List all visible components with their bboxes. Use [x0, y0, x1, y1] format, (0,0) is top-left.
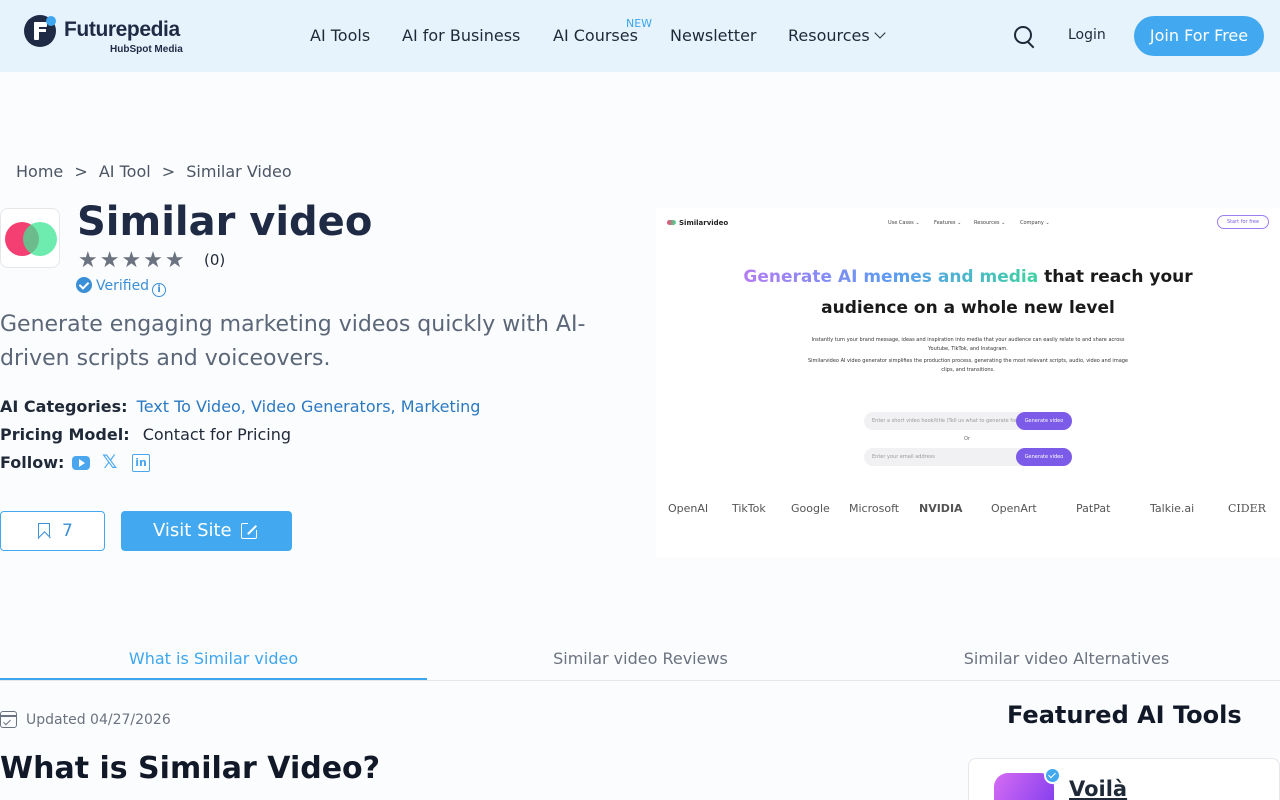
categories-row: AI Categories: Text To Video, Video Gene…	[0, 397, 480, 416]
tool-screenshot[interactable]: Similarvideo Use Cases ⌄ Features ⌄ Reso…	[656, 208, 1280, 558]
brand-google: Google	[791, 502, 830, 515]
tool-title: Similar video	[77, 199, 373, 245]
section-title: What is Similar Video?	[0, 751, 381, 786]
brand-name: Futurepedia	[64, 18, 180, 41]
brand-sub: HubSpot Media	[110, 44, 183, 55]
x-twitter-icon[interactable]: 𝕏	[102, 453, 120, 472]
brand-talkie: Talkie.ai	[1150, 502, 1195, 515]
preview-headline-rest: that reach your	[1038, 267, 1193, 287]
linkedin-icon[interactable]: in	[132, 454, 150, 472]
preview-generate-button: Generate video	[1016, 448, 1072, 466]
breadcrumb-separator: >	[74, 162, 88, 181]
pricing-value: Contact for Pricing	[142, 425, 292, 444]
visit-site-label: Visit Site	[153, 520, 232, 541]
updated-text: Updated 04/27/2026	[26, 712, 171, 728]
login-link[interactable]: Login	[1068, 27, 1106, 43]
tool-tagline: Generate engaging marketing videos quick…	[0, 312, 586, 371]
preview-headline-line2: audience on a whole new level	[821, 298, 1115, 318]
brand-nvidia: NVIDIA	[919, 502, 963, 515]
logo-circle-green	[23, 222, 57, 256]
calendar-icon	[0, 711, 17, 728]
category-video-generators[interactable]: Video Generators,	[251, 397, 396, 416]
preview-logo: Similarvideo	[667, 219, 728, 227]
search-icon[interactable]	[1013, 25, 1035, 47]
verified-badge: Verified i	[76, 277, 167, 297]
breadcrumb-ai-tool[interactable]: AI Tool	[99, 162, 151, 181]
bookmark-icon	[38, 523, 50, 539]
preview-headline-gradient: Generate AI memes and media	[743, 267, 1039, 287]
preview-start-button: Start for free	[1217, 215, 1269, 229]
tab-reviews[interactable]: Similar video Reviews	[427, 638, 854, 680]
brand-microsoft: Microsoft	[849, 502, 900, 515]
verified-check-icon	[76, 277, 92, 293]
nav-newsletter[interactable]: Newsletter	[670, 26, 757, 45]
tab-what-is[interactable]: What is Similar video	[0, 638, 427, 680]
brand-tiktok: TikTok	[732, 502, 766, 515]
preview-para-1: Instantly turn your brand message, ideas…	[811, 337, 1125, 352]
pricing-label: Pricing Model:	[0, 425, 130, 444]
brand-openart: OpenArt	[991, 502, 1037, 515]
bookmark-count: 7	[62, 521, 73, 541]
verified-label: Verified	[96, 278, 150, 294]
preview-generate-button: Generate video	[1016, 412, 1072, 430]
preview-headline: Generate AI memes and media that reach y…	[656, 262, 1280, 324]
pricing-row: Pricing Model: Contact for Pricing	[0, 425, 291, 444]
nav-ai-for-business[interactable]: AI for Business	[402, 26, 520, 45]
preview-nav-item: Use Cases ⌄	[888, 220, 920, 226]
preview-nav-item: Resources ⌄	[974, 220, 1006, 226]
tabs-divider	[0, 680, 1280, 681]
tab-alternatives[interactable]: Similar video Alternatives	[853, 638, 1280, 680]
info-icon[interactable]: i	[152, 283, 167, 297]
breadcrumb: Home > AI Tool > Similar Video	[16, 162, 298, 181]
star-rating-icon[interactable]: ★★★★★	[78, 248, 187, 273]
featured-tool-card[interactable]: Voilà	[968, 758, 1280, 800]
site-header: Futurepedia HubSpot Media AI Tools AI fo…	[0, 0, 1280, 72]
tool-logo	[0, 208, 60, 268]
updated-date: Updated 04/27/2026	[0, 711, 171, 728]
external-link-icon	[241, 520, 258, 539]
futurepedia-logo[interactable]: Futurepedia HubSpot Media	[24, 14, 194, 58]
preview-para-2: Similarvideo AI video generator simplifi…	[807, 358, 1129, 373]
join-for-free-button[interactable]: Join For Free	[1134, 16, 1264, 56]
preview-nav-item: Company ⌄	[1020, 220, 1050, 226]
logo-dot-icon	[46, 16, 56, 26]
rating-count: (0)	[204, 251, 226, 269]
brand-patpat: PatPat	[1076, 502, 1111, 515]
brand-openai: OpenAI	[668, 502, 709, 515]
breadcrumb-home[interactable]: Home	[16, 162, 63, 181]
nav-resources-label: Resources	[788, 26, 870, 45]
preview-or: Or	[964, 436, 970, 442]
category-text-to-video[interactable]: Text To Video,	[137, 397, 246, 416]
breadcrumb-separator: >	[161, 162, 176, 181]
visit-site-button[interactable]: Visit Site	[121, 511, 292, 551]
preview-paragraph: Instantly turn your brand message, ideas…	[806, 336, 1130, 375]
category-marketing[interactable]: Marketing	[401, 397, 481, 416]
preview-nav-item: Features ⌄	[934, 220, 962, 226]
nav-ai-tools[interactable]: AI Tools	[310, 26, 370, 45]
bookmark-button[interactable]: 7	[0, 511, 105, 551]
youtube-icon[interactable]	[72, 456, 90, 470]
new-badge: NEW	[626, 17, 653, 30]
follow-row: Follow:	[0, 453, 68, 472]
verified-check-icon	[1044, 767, 1061, 784]
featured-tools-title: Featured AI Tools	[1007, 701, 1242, 729]
featured-tool-name[interactable]: Voilà	[1069, 777, 1127, 800]
categories-label: AI Categories:	[0, 397, 128, 416]
chevron-down-icon	[874, 27, 886, 39]
nav-resources[interactable]: Resources	[788, 26, 886, 45]
breadcrumb-current: Similar Video	[186, 162, 292, 181]
follow-label: Follow:	[0, 453, 65, 472]
brand-cider: CIDER	[1228, 502, 1266, 515]
